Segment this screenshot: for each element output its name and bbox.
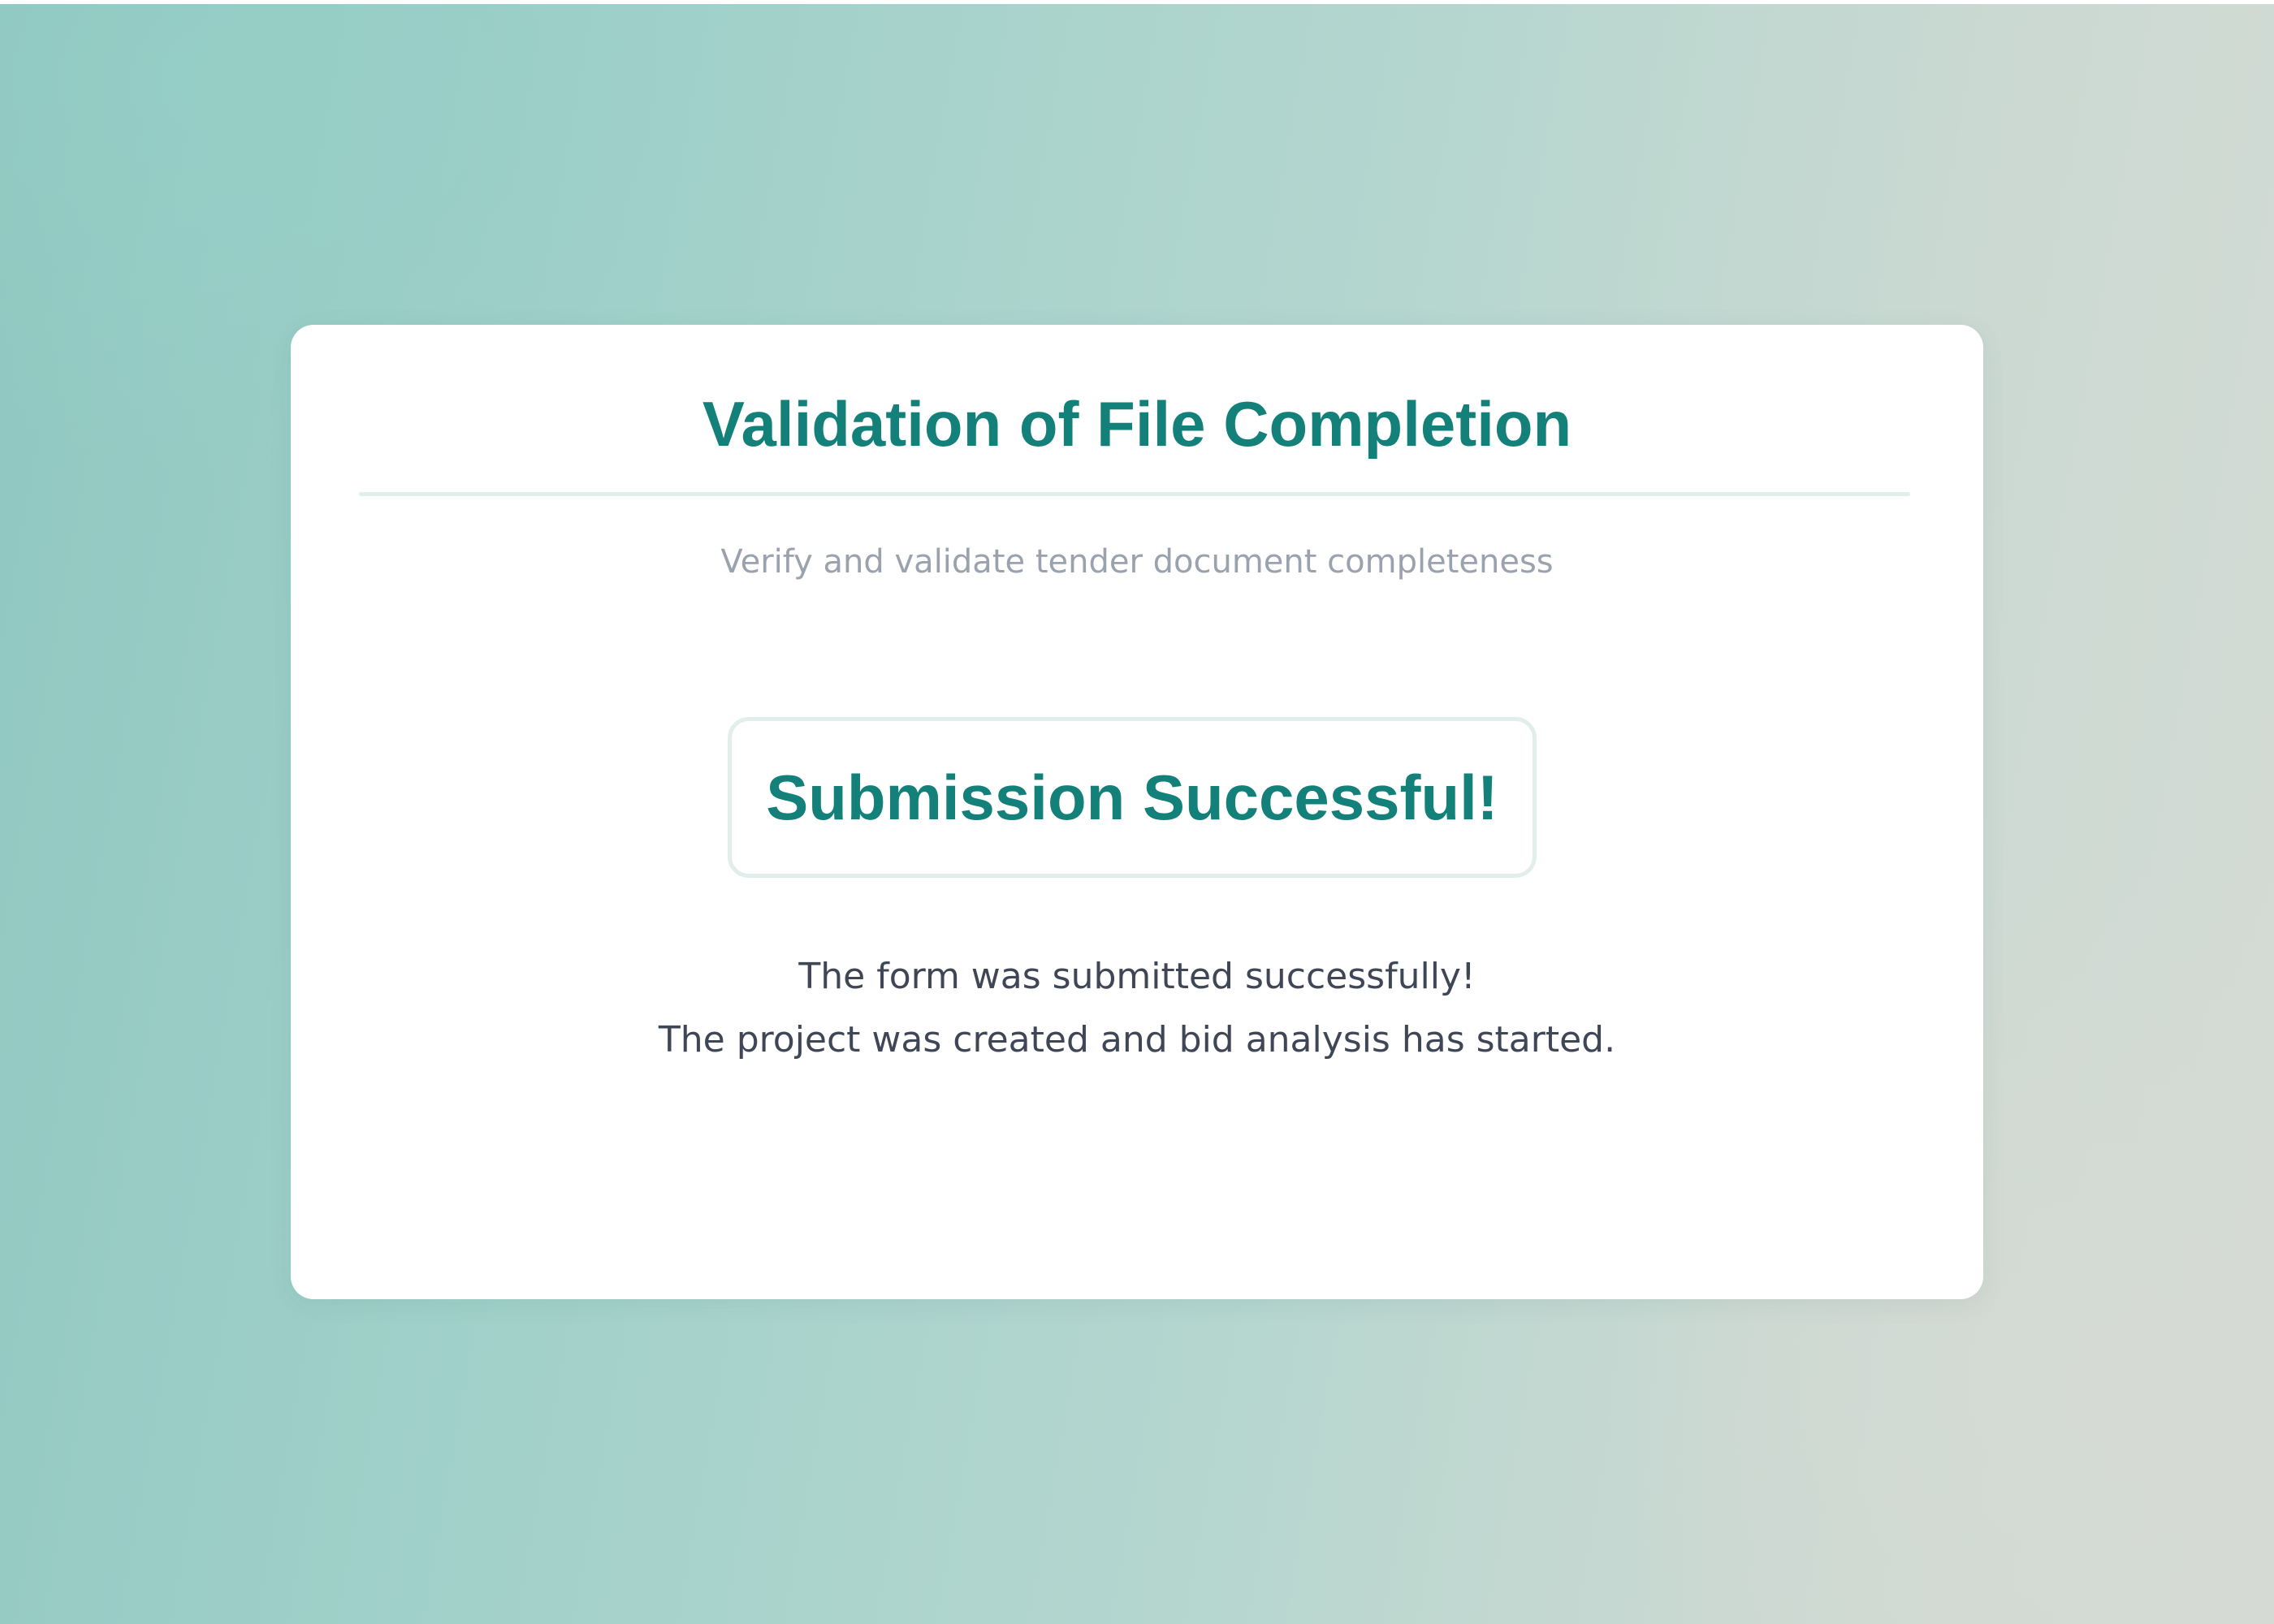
page-title: Validation of File Completion: [702, 388, 1572, 460]
success-message: The form was submitted successfully! The…: [291, 945, 1983, 1072]
title-divider: [359, 492, 1910, 496]
validation-card: Validation of File Completion Verify and…: [291, 325, 1983, 1299]
message-line-submitted: The form was submitted successfully!: [798, 956, 1476, 997]
page-subtitle: Verify and validate tender document comp…: [720, 543, 1554, 581]
success-heading: Submission Successful!: [766, 762, 1498, 833]
message-line-analysis: The project was created and bid analysis…: [658, 1019, 1616, 1060]
success-banner: Submission Successful!: [728, 717, 1537, 878]
top-edge: [0, 0, 2274, 4]
